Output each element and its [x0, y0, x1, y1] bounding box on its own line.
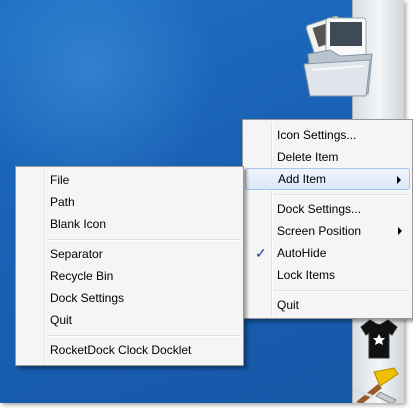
menu-separator — [48, 239, 241, 240]
submenu-item-dock-settings[interactable]: Dock Settings — [18, 287, 241, 309]
menu-item-label: Path — [50, 195, 75, 209]
menu-item-screen-position[interactable]: Screen Position — [245, 220, 410, 242]
menu-item-label: Blank Icon — [50, 217, 107, 231]
menu-item-label: AutoHide — [277, 246, 327, 260]
dock-context-menu: Icon Settings... Delete Item Add Item Do… — [242, 119, 413, 319]
menu-item-label: Recycle Bin — [50, 269, 114, 283]
submenu-item-quit[interactable]: Quit — [18, 309, 241, 331]
menu-item-label: RocketDock Clock Docklet — [50, 343, 192, 357]
menu-item-label: Icon Settings... — [277, 128, 357, 142]
menu-item-label: Dock Settings... — [277, 202, 362, 216]
menu-item-label: Screen Position — [277, 224, 362, 238]
menu-separator — [48, 335, 241, 336]
submenu-arrow-icon — [397, 176, 401, 184]
submenu-item-file[interactable]: File — [18, 169, 241, 191]
menu-item-label: Quit — [277, 298, 300, 312]
submenu-item-path[interactable]: Path — [18, 191, 241, 213]
menu-separator — [275, 194, 410, 195]
folder-icon[interactable] — [300, 14, 376, 98]
submenu-item-blank-icon[interactable]: Blank Icon — [18, 213, 241, 235]
menu-item-label: Delete Item — [277, 150, 339, 164]
menu-item-label: Separator — [50, 247, 103, 261]
checkmark-icon: ✓ — [255, 245, 267, 261]
add-item-submenu: File Path Blank Icon Separator Recycle B… — [15, 166, 244, 366]
submenu-item-separator[interactable]: Separator — [18, 243, 241, 265]
menu-item-label: Add Item — [278, 172, 327, 186]
menu-item-lock-items[interactable]: Lock Items — [245, 264, 410, 286]
menu-item-label: Quit — [50, 313, 73, 327]
menu-item-label: Dock Settings — [50, 291, 125, 305]
menu-item-label: File — [50, 173, 70, 187]
menu-item-dock-settings[interactable]: Dock Settings... — [245, 198, 410, 220]
tools-icon[interactable] — [350, 366, 402, 403]
submenu-item-clock-docklet[interactable]: RocketDock Clock Docklet — [18, 339, 241, 361]
menu-item-delete-item[interactable]: Delete Item — [245, 146, 410, 168]
menu-item-label: Lock Items — [277, 268, 336, 282]
menu-item-autohide[interactable]: ✓ AutoHide — [245, 242, 410, 264]
submenu-arrow-icon — [398, 227, 402, 235]
tshirt-icon[interactable] — [360, 318, 398, 360]
menu-item-add-item[interactable]: Add Item — [245, 168, 410, 190]
menu-item-quit[interactable]: Quit — [245, 294, 410, 316]
submenu-item-recycle-bin[interactable]: Recycle Bin — [18, 265, 241, 287]
menu-separator — [275, 290, 410, 291]
menu-item-icon-settings[interactable]: Icon Settings... — [245, 124, 410, 146]
